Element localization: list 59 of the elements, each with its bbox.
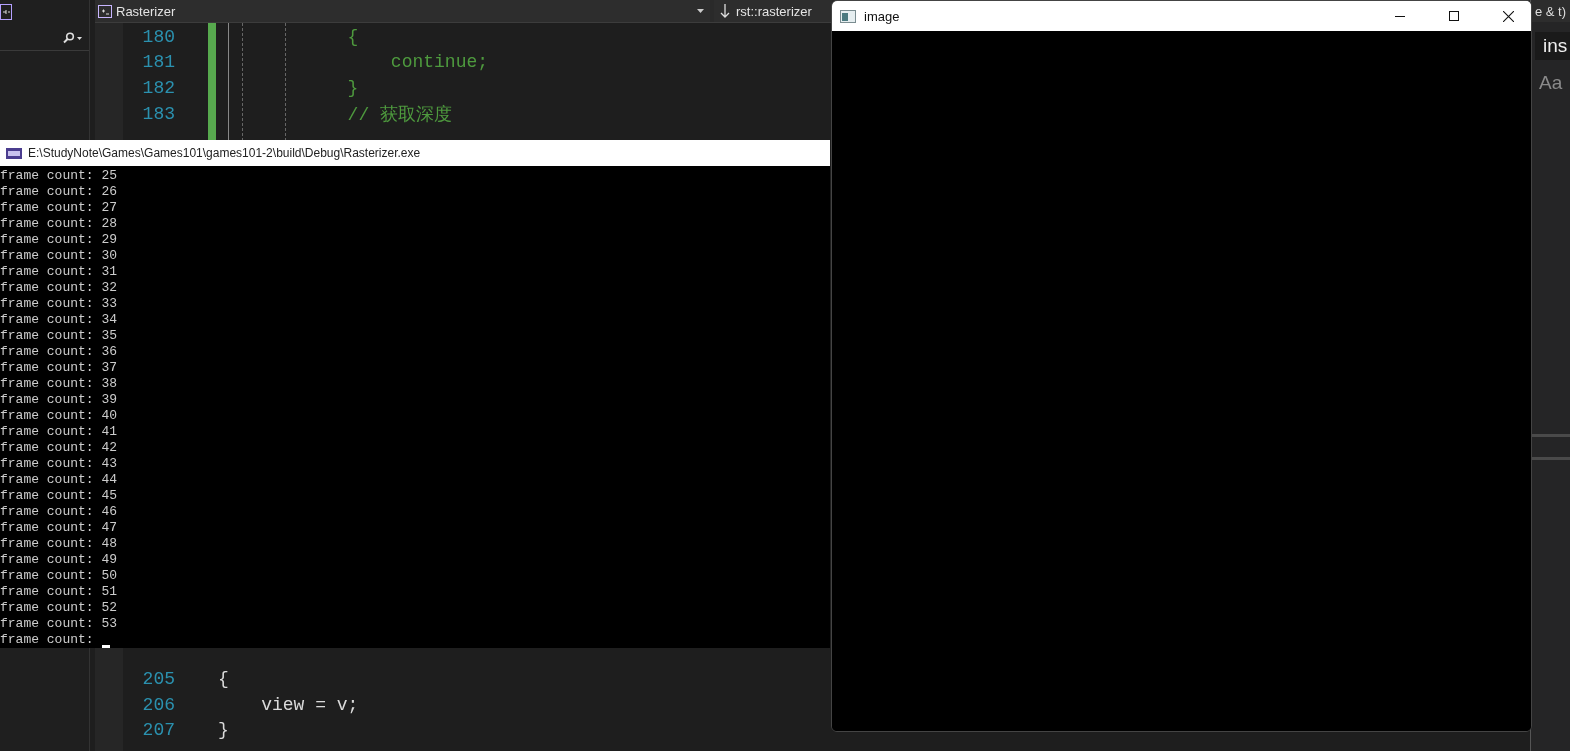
- line-number: 183: [141, 103, 175, 124]
- console-line: frame count: 42: [0, 440, 119, 456]
- console-line: frame count: 43: [0, 456, 119, 472]
- class-view-icon[interactable]: [0, 4, 12, 20]
- code-text: view = v;: [261, 694, 359, 715]
- line-number: 180: [141, 26, 175, 47]
- console-line: frame count: 53: [0, 616, 119, 632]
- console-line: frame count: 47: [0, 520, 119, 536]
- console-line: frame count: 45: [0, 488, 119, 504]
- code-text: }: [218, 720, 229, 741]
- code-text: }: [347, 78, 359, 98]
- match-case-toggle[interactable]: Aa: [1539, 72, 1563, 94]
- console-line: frame count: 25: [0, 168, 119, 184]
- console-line: frame count: 27: [0, 200, 119, 216]
- console-line: frame count: 39: [0, 392, 119, 408]
- maximize-icon: [1449, 11, 1459, 21]
- console-line: frame count: 26: [0, 184, 119, 200]
- arrow-down-icon: [720, 4, 730, 18]
- console-icon: [6, 147, 22, 159]
- text-cursor: [101, 645, 110, 648]
- console-line: frame count: 44: [0, 472, 119, 488]
- console-line: frame count: 29: [0, 232, 119, 248]
- console-line: frame count: 28: [0, 216, 119, 232]
- window-title: image: [864, 8, 900, 24]
- search-field[interactable]: ins: [1535, 32, 1570, 60]
- code-text: // 获取深度: [347, 103, 452, 126]
- line-number: 206: [141, 694, 175, 715]
- line-number: 207: [141, 720, 175, 741]
- code-text: continue;: [390, 52, 489, 73]
- console-line: frame count: 38: [0, 376, 119, 392]
- console-line: frame count: 46: [0, 504, 119, 520]
- line-number: 182: [141, 78, 175, 98]
- minimize-icon: [1395, 15, 1405, 17]
- console-line: frame count: 40: [0, 408, 119, 424]
- close-icon: [1502, 10, 1514, 22]
- line-number: 205: [141, 669, 175, 690]
- console-line: frame count: 48: [0, 536, 119, 552]
- console-line: frame count: 37: [0, 360, 119, 376]
- search-icon[interactable]: [61, 32, 83, 44]
- code-text: {: [218, 669, 229, 690]
- console-line: frame count: 33: [0, 296, 119, 312]
- console-line: frame count: 35: [0, 328, 119, 344]
- window-icon: [840, 9, 856, 23]
- console-line: frame count: 50: [0, 568, 119, 584]
- console-line: frame count: 36: [0, 344, 119, 360]
- console-line: frame count: 34: [0, 312, 119, 328]
- console-line: frame count: 52: [0, 600, 119, 616]
- console-line: frame count: 41: [0, 424, 119, 440]
- console-line: frame count:: [0, 632, 94, 648]
- console-line: frame count: 30: [0, 248, 119, 264]
- console-line: frame count: 49: [0, 552, 119, 568]
- code-text: {: [347, 26, 359, 47]
- line-number: 181: [141, 52, 175, 73]
- console-line: frame count: 32: [0, 280, 119, 296]
- console-line: frame count: 51: [0, 584, 119, 600]
- project-icon: [98, 4, 112, 18]
- caret-icon: [697, 9, 704, 13]
- window-title: E:\StudyNote\Games\Games101\games101-2\build\Debug\Rasterizer.exe: [28, 146, 421, 160]
- console-line: frame count: 31: [0, 264, 119, 280]
